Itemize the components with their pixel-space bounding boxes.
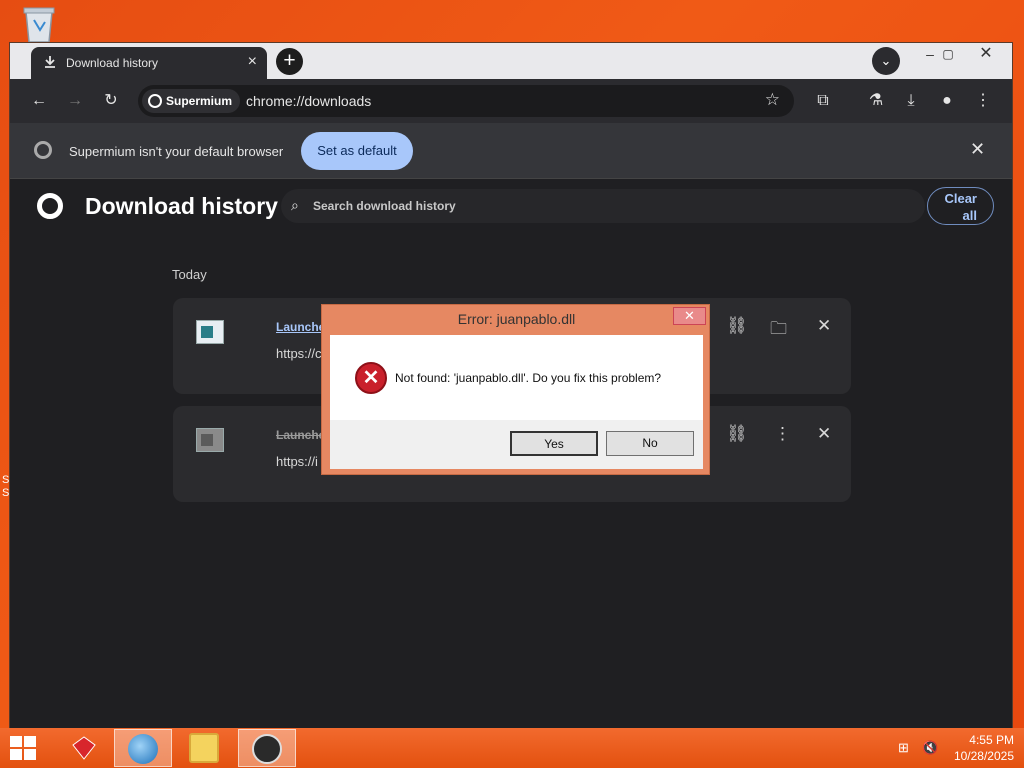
file-icon (196, 428, 224, 452)
yes-button[interactable]: Yes (510, 431, 598, 456)
remove-item-icon[interactable]: ✕ (817, 424, 831, 444)
infobar-close-icon[interactable]: ✕ (970, 139, 985, 160)
tab-strip: Download history × + ⌄ – ▢ ✕ (10, 43, 1012, 79)
infobar-message: Supermium isn't your default browser (69, 144, 284, 159)
no-button[interactable]: No (606, 431, 694, 456)
copy-link-icon[interactable]: ⛓ (726, 424, 748, 444)
bookmark-star-icon[interactable]: ☆ (765, 90, 780, 110)
taskbar: ⊞ 🔇 4:55 PM 10/28/2025 (0, 728, 1024, 768)
extensions-icon[interactable]: ⧉ (812, 90, 834, 112)
remove-item-icon[interactable]: ✕ (817, 316, 831, 336)
system-clock[interactable]: 4:55 PM 10/28/2025 (944, 732, 1014, 764)
address-bar[interactable]: Supermium chrome://downloads ☆ (138, 85, 794, 117)
start-button-windows-icon[interactable] (10, 736, 38, 760)
search-input[interactable]: ⌕ Search download history (281, 189, 925, 223)
downloads-icon[interactable]: ⤓ (900, 90, 922, 112)
reload-icon[interactable]: ↻ (100, 90, 122, 112)
supermium-icon (148, 94, 162, 108)
menu-kebab-icon[interactable]: ⋮ (972, 90, 994, 112)
download-icon (45, 56, 55, 68)
url-text: chrome://downloads (246, 93, 372, 109)
copy-link-icon[interactable]: ⛓ (726, 316, 748, 336)
volume-muted-icon[interactable]: 🔇 (922, 740, 938, 756)
profile-icon[interactable]: ● (936, 90, 958, 112)
browser-logo-icon (34, 141, 52, 159)
site-info-chip[interactable]: Supermium (142, 89, 241, 113)
window-close-button[interactable]: ✕ (960, 43, 1012, 69)
taskbar-file-explorer-icon[interactable] (176, 729, 234, 767)
chromium-logo-icon (37, 193, 63, 219)
taskbar-browser-globe-icon[interactable] (114, 729, 172, 767)
dialog-close-button[interactable]: ✕ (673, 307, 706, 325)
download-url: https://c (276, 346, 322, 361)
tab-search-chevron-icon[interactable]: ⌄ (872, 47, 900, 75)
new-tab-button[interactable]: + (276, 48, 303, 75)
taskbar-app-red-icon[interactable] (56, 729, 114, 767)
section-heading-today: Today (172, 267, 207, 282)
forward-icon[interactable]: → (64, 90, 86, 112)
set-as-default-button[interactable]: Set as default (301, 132, 413, 170)
clock-time: 4:55 PM (969, 733, 1014, 747)
default-browser-infobar: Supermium isn't your default browser Set… (10, 123, 1012, 179)
download-file-name: Launche (276, 428, 326, 442)
more-actions-icon[interactable]: ⋮ (774, 424, 791, 444)
error-icon: ✕ (355, 362, 387, 394)
dialog-title: Error: juanpablo.dll (457, 311, 576, 327)
search-placeholder: Search download history (313, 199, 456, 213)
network-icon[interactable]: ⊞ (898, 740, 909, 756)
download-url: https://i (276, 454, 318, 469)
error-dialog: Error: juanpablo.dll ✕ ✕ Not found: 'jua… (321, 304, 710, 475)
tab-close-icon[interactable]: × (248, 53, 257, 71)
browser-toolbar: ← → ↻ Supermium chrome://downloads ☆ ⧉ ⚗… (10, 79, 1012, 123)
recycle-bin-icon[interactable] (20, 4, 58, 44)
dialog-button-row: Yes No (330, 420, 703, 469)
labs-flask-icon[interactable]: ⚗ (865, 90, 887, 112)
show-in-folder-icon[interactable]: 🗀 (770, 316, 787, 345)
back-icon[interactable]: ← (28, 90, 50, 112)
clock-date: 10/28/2025 (953, 749, 1014, 763)
tab-title: Download history (66, 56, 159, 70)
search-icon: ⌕ (291, 197, 299, 213)
chip-label: Supermium (166, 94, 233, 108)
download-file-link[interactable]: Launche (276, 320, 325, 334)
page-title: Download history (85, 193, 278, 219)
taskbar-supermium-icon[interactable] (238, 729, 296, 767)
dialog-message: Not found: 'juanpablo.dll'. Do you fix t… (395, 371, 662, 385)
clear-all-button[interactable]: Clear all (927, 187, 994, 225)
file-icon (196, 320, 224, 344)
dialog-body: ✕ Not found: 'juanpablo.dll'. Do you fix… (330, 335, 703, 469)
tab-download-history[interactable]: Download history × (31, 47, 267, 79)
